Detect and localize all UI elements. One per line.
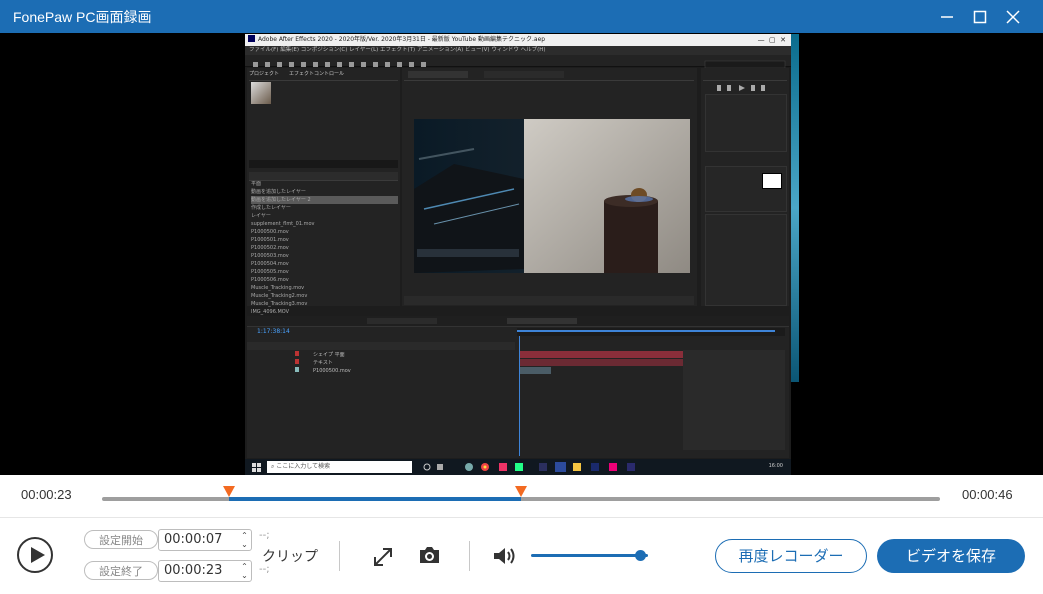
project-item: P1000504.mov: [251, 261, 289, 267]
title-bar: FonePaw PC画面録画: [0, 0, 1043, 33]
layer-row: P1000500.mov: [247, 367, 351, 375]
work-area-end: [683, 350, 785, 450]
clip-label: クリップ: [262, 549, 318, 565]
project-item: P1000501.mov: [251, 237, 289, 243]
project-item: P1000503.mov: [251, 253, 289, 259]
layer-columns: [247, 342, 515, 350]
save-video-button[interactable]: ビデオを保存: [877, 539, 1025, 573]
ae-project-panel: プロジェクト エフェクトコントロール 平面動画を追加したレイヤー 動画を追加したレ…: [247, 68, 400, 323]
layer-row: テキスト: [247, 359, 333, 367]
ae-window-controls: — ▢ ✕: [757, 36, 786, 44]
character-panel: [705, 166, 787, 212]
windows-start-icon: [252, 463, 261, 472]
ae-title-bar: Adobe After Effects 2020 - 2020年版/Ver. 2…: [245, 34, 791, 46]
end-time-field[interactable]: 00:00:23 ⌃ ⌄: [158, 560, 252, 582]
project-item: Muscle_Tracking3.mov: [251, 301, 308, 307]
start-time-value: 00:00:07: [164, 532, 223, 547]
volume-slider-knob[interactable]: [634, 550, 646, 561]
timeline-tabs: [247, 316, 789, 327]
start-time-field[interactable]: 00:00:07 ⌃ ⌄: [158, 529, 252, 551]
timeline-track[interactable]: [102, 497, 940, 501]
effects-presets: [705, 94, 787, 152]
end-time-increment[interactable]: ⌃: [240, 563, 249, 571]
start-time-increment[interactable]: ⌃: [240, 532, 249, 540]
control-bar: 設定開始 00:00:07 ⌃ ⌄ --; 設定終了 00:00:23 ⌃ ⌄ …: [0, 518, 1043, 594]
minimize-icon: [941, 15, 953, 18]
project-item: Muscle_Tracking2.mov: [251, 293, 308, 299]
right-panel-tabs: [703, 70, 787, 81]
close-button[interactable]: [996, 0, 1030, 33]
end-time-decrement[interactable]: ⌄: [240, 572, 249, 580]
end-time-value: 00:00:23: [164, 563, 223, 578]
divider: [339, 541, 340, 571]
composition-preview: [414, 119, 690, 273]
maximize-button[interactable]: [963, 0, 997, 33]
set-start-button[interactable]: 設定開始: [84, 530, 158, 549]
ae-right-panels: [701, 68, 789, 306]
trim-timeline: 00:00:23 00:00:46: [0, 475, 1043, 518]
preview-transport-icons: [717, 85, 765, 91]
desktop-wallpaper-strip: [791, 34, 799, 382]
play-button[interactable]: [17, 537, 53, 573]
project-item: P1000500.mov: [251, 229, 289, 235]
timeline-timecode: 1:17:38:14: [257, 328, 290, 335]
divider: [469, 541, 470, 571]
project-item: 動画を追加したレイヤー 2: [251, 196, 398, 204]
project-thumbnail: [251, 82, 271, 104]
project-item: 作成したレイヤー: [251, 205, 291, 211]
layer-bar: [519, 367, 551, 374]
project-item: IMG_4096.MOV: [251, 309, 290, 315]
project-item: 平面: [251, 181, 262, 187]
trim-start-handle[interactable]: [223, 486, 236, 497]
ae-toolbar: [245, 55, 791, 69]
windows-taskbar: ⌕ ここに入力して検索 16:00: [245, 459, 791, 475]
ae-project-tabs: プロジェクト エフェクトコントロール: [249, 70, 398, 81]
app-title: FonePaw PC画面録画: [13, 9, 152, 25]
color-swatch: [762, 173, 782, 189]
start-time-decrement[interactable]: ⌄: [240, 541, 249, 549]
timeline-ruler: [517, 328, 785, 336]
viewer-controls: [404, 296, 694, 305]
composition-tabs: [404, 70, 694, 81]
trim-end-handle[interactable]: [515, 486, 527, 497]
taskbar-clock: 16:00: [768, 463, 783, 469]
project-item: P1000506.mov: [251, 277, 289, 283]
project-item: Muscle_Tracking.mov: [251, 285, 305, 291]
close-icon: [1006, 9, 1020, 24]
ae-menu-bar: ファイル(F) 編集(E) コンポジション(C) レイヤー(L) エフェクト(T…: [245, 46, 791, 55]
ae-composition-panel: [402, 68, 697, 306]
ae-logo-icon: [248, 35, 255, 42]
total-duration: 00:00:46: [962, 487, 1013, 502]
ae-timeline-panel: 1:17:38:14 シェイプ 平面 テキスト P1000500.mov: [247, 316, 789, 458]
project-item: 動画を追加したレイヤー: [251, 189, 306, 195]
rerecord-button[interactable]: 再度レコーダー: [715, 539, 867, 573]
ae-title-text: Adobe After Effects 2020 - 2020年版/Ver. 2…: [258, 36, 546, 43]
project-item-list: 平面動画を追加したレイヤー 動画を追加したレイヤー 2 作成したレイヤー レイヤー su…: [251, 180, 398, 324]
maximize-icon: [973, 10, 987, 23]
taskbar-app-icons: [423, 462, 635, 472]
volume-slider[interactable]: [531, 554, 648, 557]
volume-icon[interactable]: [492, 545, 520, 567]
minimize-button[interactable]: [930, 0, 964, 33]
taskbar-search: ⌕ ここに入力して検索: [267, 461, 412, 473]
project-item: P1000502.mov: [251, 245, 289, 251]
playhead: [519, 336, 520, 456]
fullscreen-icon[interactable]: [372, 546, 394, 568]
selected-range: [229, 497, 521, 501]
paragraph-panel: [705, 214, 787, 306]
project-item: supplement_flmt_01.mov: [251, 221, 315, 227]
project-search: [249, 160, 398, 168]
project-item: レイヤー: [251, 213, 271, 219]
layer-row: シェイプ 平面: [247, 351, 345, 359]
start-bracket: --;: [259, 530, 270, 541]
current-time: 00:00:23: [21, 487, 72, 502]
project-item: P1000505.mov: [251, 269, 289, 275]
recorded-screen-capture: Adobe After Effects 2020 - 2020年版/Ver. 2…: [245, 34, 791, 475]
snapshot-camera-icon[interactable]: [417, 544, 442, 566]
set-end-button[interactable]: 設定終了: [84, 561, 158, 580]
